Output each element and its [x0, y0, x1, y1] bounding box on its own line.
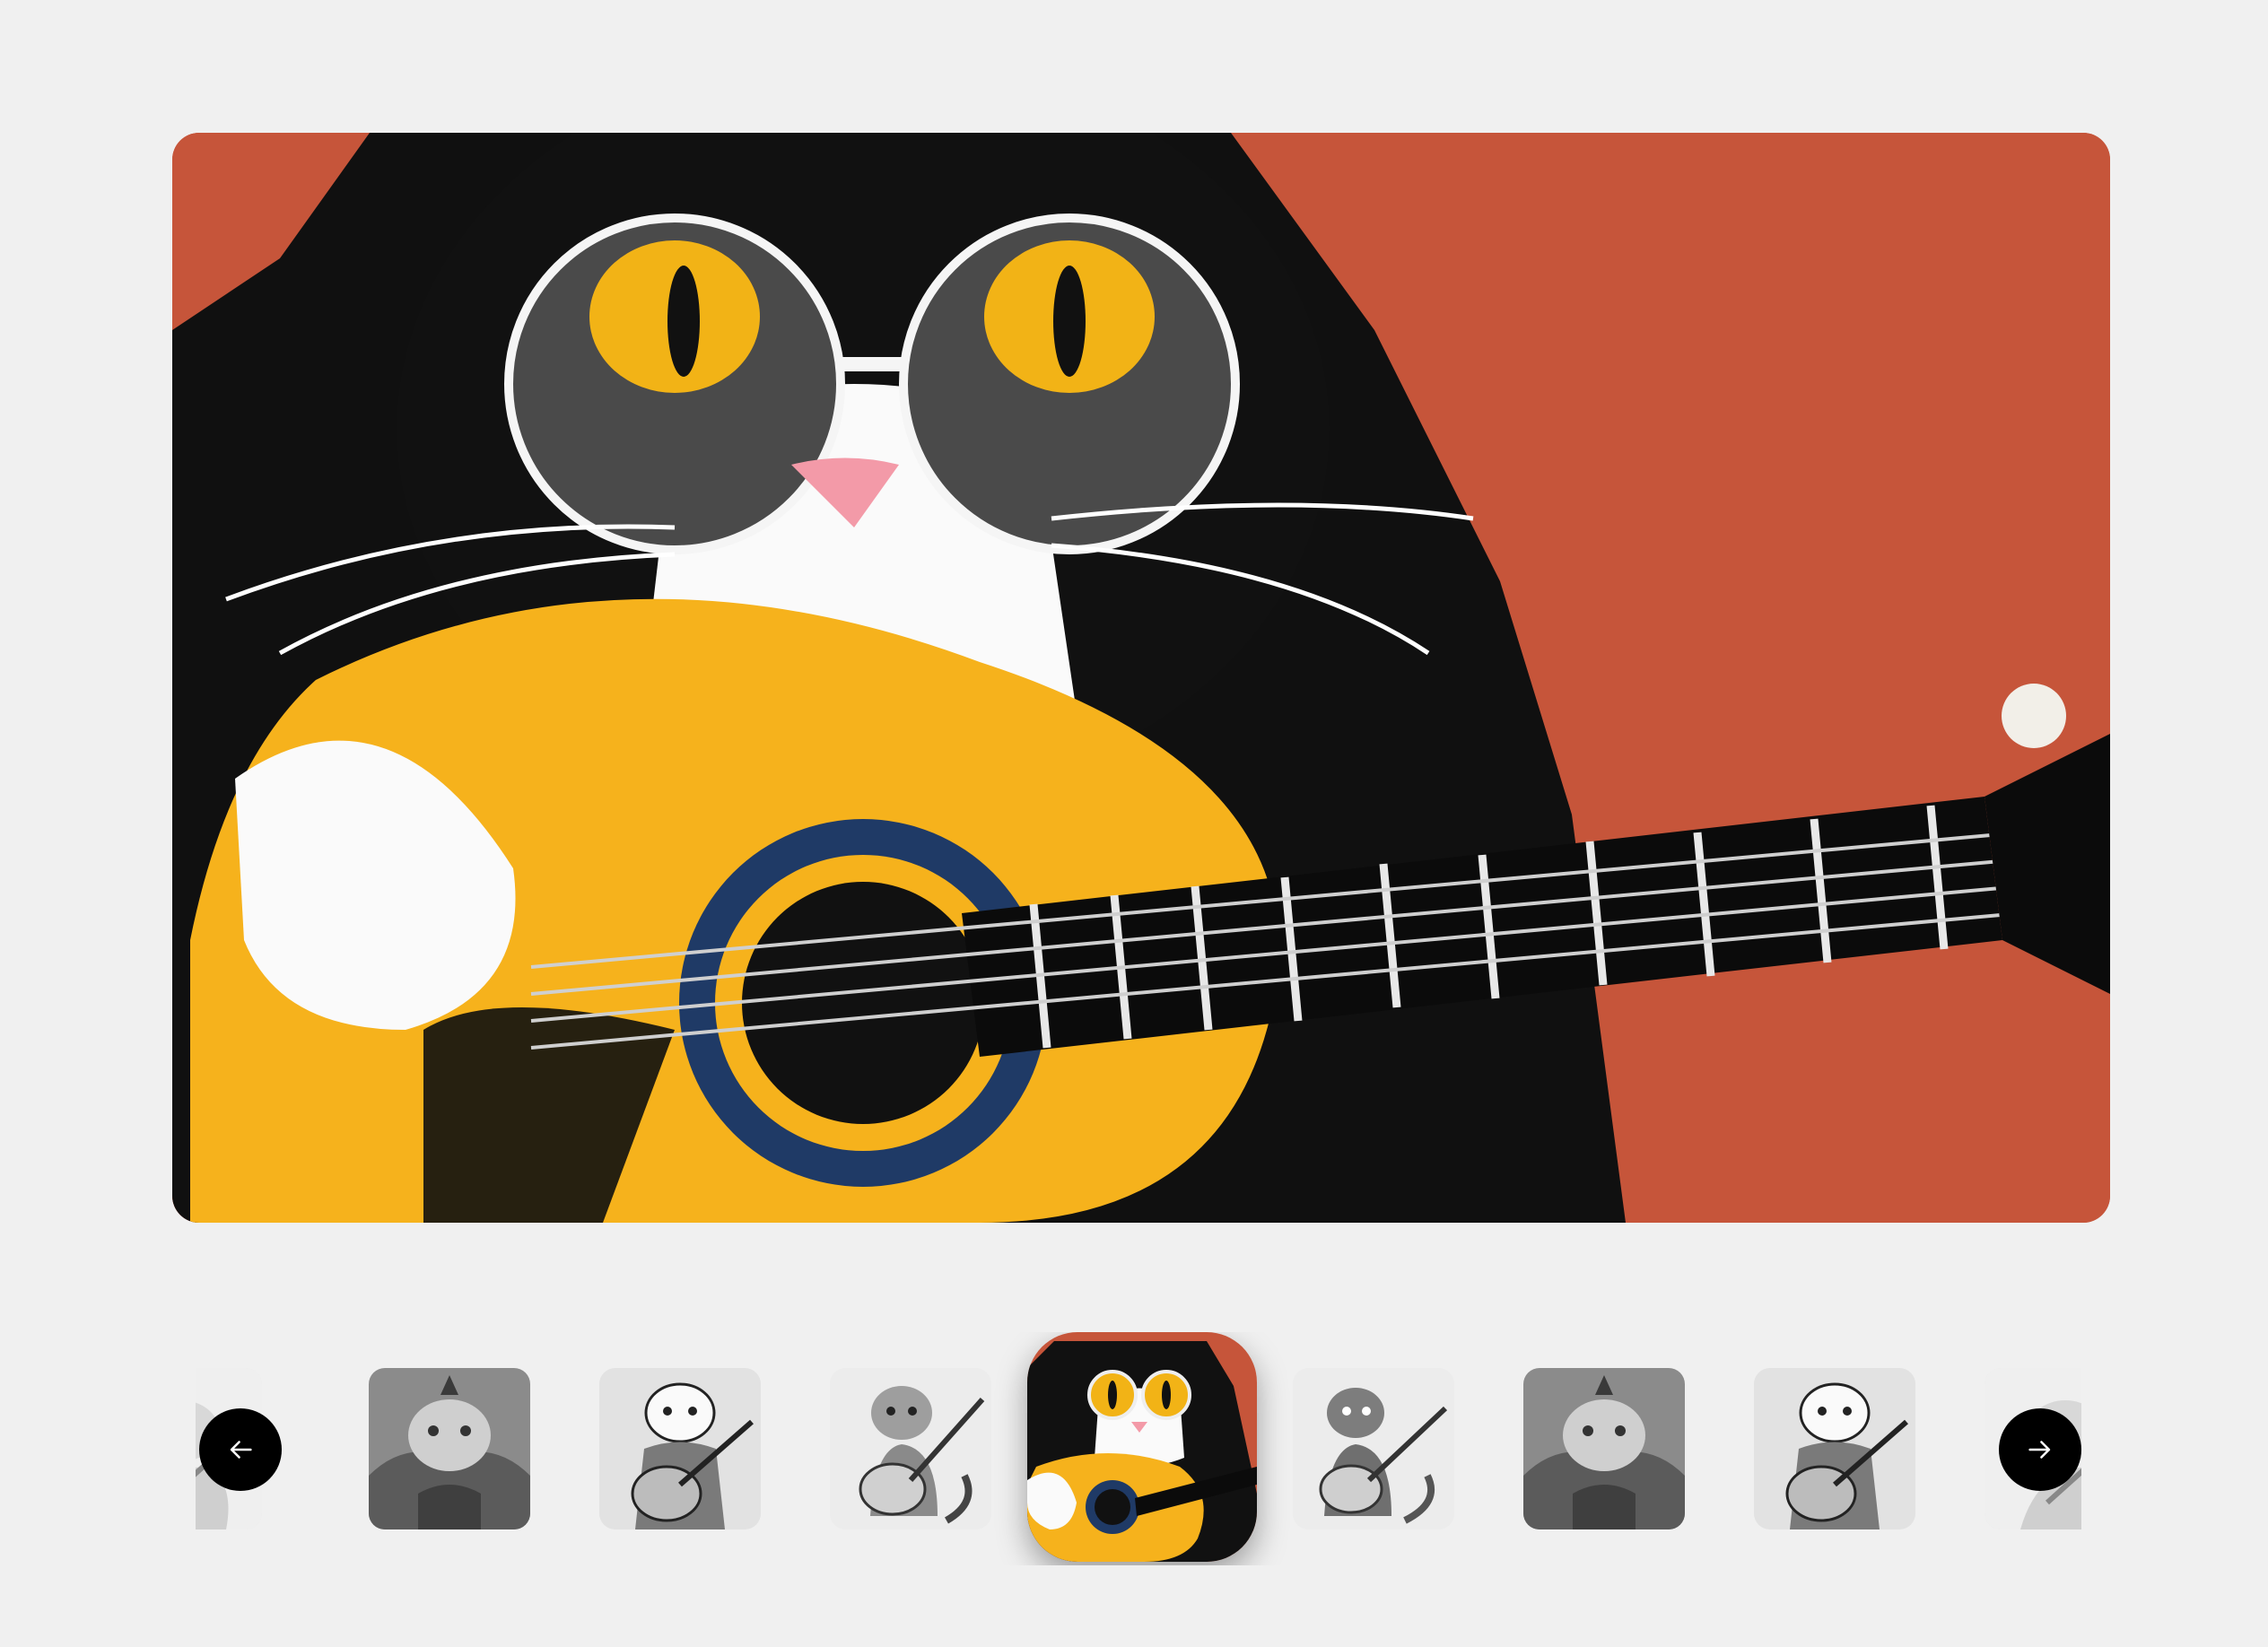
crowned-cat-portrait-thumbnail: [1523, 1368, 1685, 1529]
thumbnail-3[interactable]: [599, 1368, 761, 1529]
main-image: [172, 133, 2110, 1223]
cat-kimono-guitar-thumbnail: [1754, 1368, 1915, 1529]
thumbnail-5-active[interactable]: [1027, 1332, 1257, 1562]
cat-kimono-guitar-thumbnail: [599, 1368, 761, 1529]
next-button[interactable]: [1999, 1408, 2081, 1491]
arrow-left-icon: [230, 1441, 252, 1459]
cat-glasses-guitar-thumbnail: [1027, 1332, 1257, 1562]
thumbnail-7[interactable]: [1523, 1368, 1685, 1529]
thumbnail-6[interactable]: [1293, 1368, 1454, 1529]
thumbnail-8[interactable]: [1754, 1368, 1915, 1529]
thumbnail-2[interactable]: [369, 1368, 530, 1529]
thumbnail-4[interactable]: [830, 1368, 991, 1529]
previous-button[interactable]: [199, 1408, 282, 1491]
thumbnail-strip: [196, 1332, 2081, 1565]
cat-guitar-illustration: [172, 133, 2110, 1223]
tabby-cat-guitar-thumbnail: [830, 1368, 991, 1529]
cat-guitar-sketch-thumbnail: [1293, 1368, 1454, 1529]
arrow-right-icon: [2028, 1441, 2051, 1459]
crowned-cat-portrait-thumbnail: [369, 1368, 530, 1529]
